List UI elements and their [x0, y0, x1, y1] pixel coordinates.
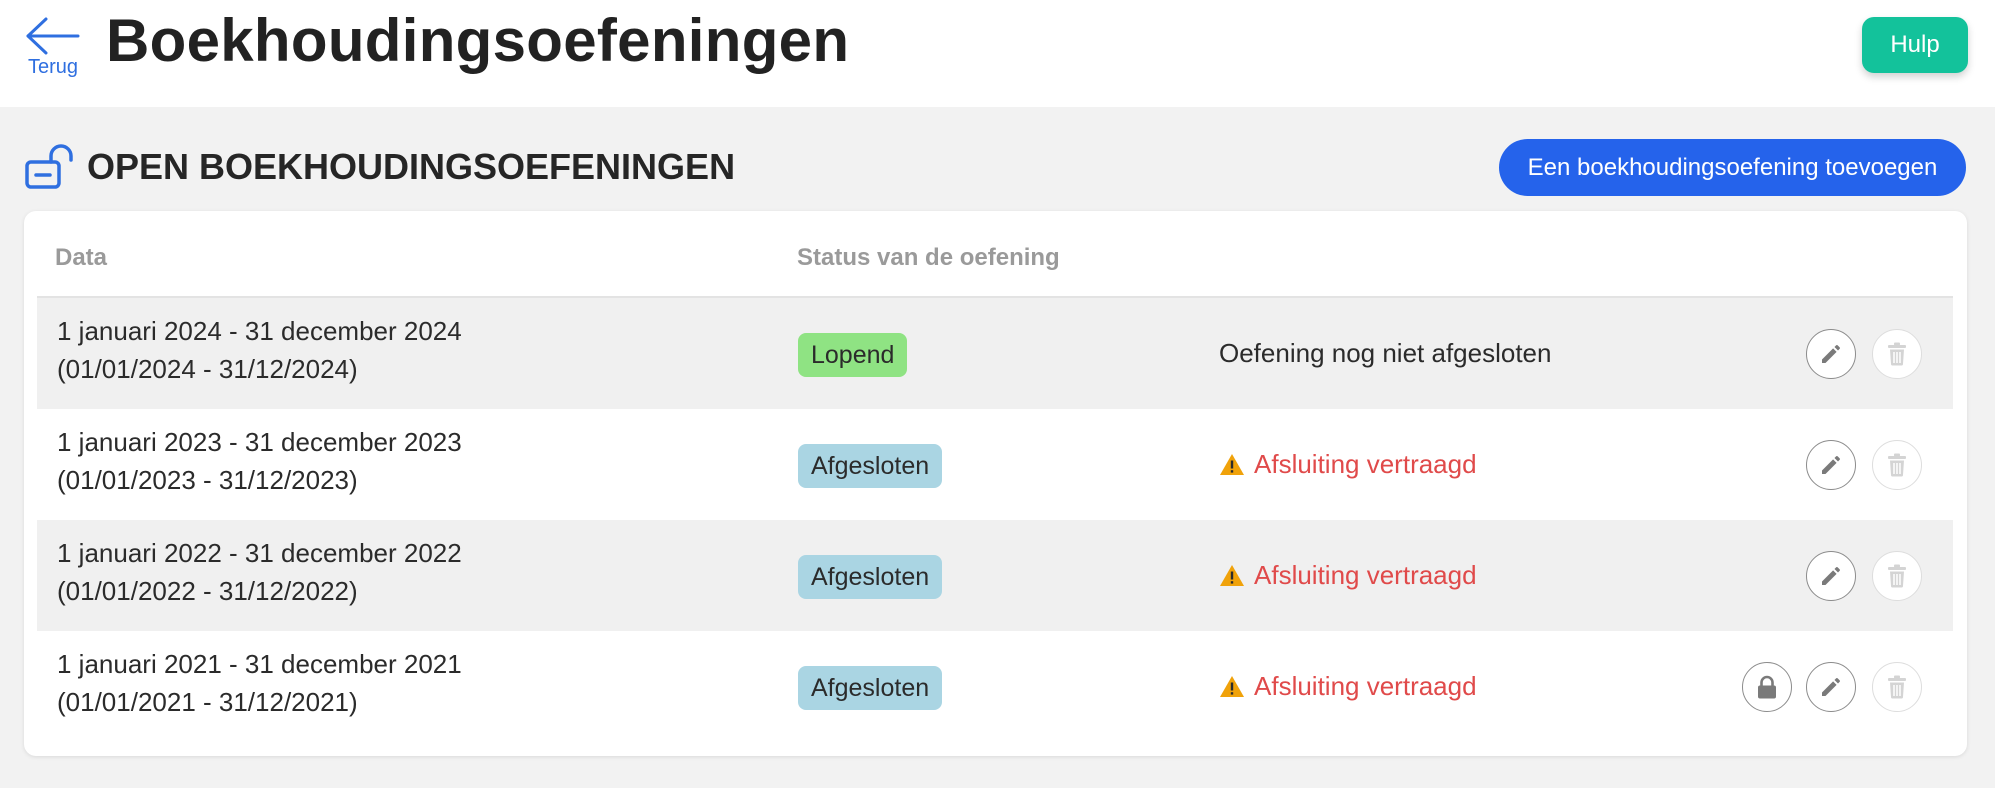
- date-range-short: (01/01/2021 - 31/12/2021): [57, 687, 358, 717]
- status-badge: Afgesloten: [798, 444, 943, 488]
- section-title: OPEN BOEKHOUDINGSOEFENINGEN: [87, 146, 736, 187]
- trash-icon: [1888, 453, 1906, 477]
- status-note: Oefening nog niet afgesloten: [1219, 338, 1552, 368]
- status-badge: Lopend: [798, 333, 908, 377]
- date-range-long: 1 januari 2024 - 31 december 2024: [57, 316, 462, 346]
- status-warning: Afsluiting vertraagd: [1219, 560, 1477, 591]
- warning-icon: [1220, 676, 1244, 697]
- back-label: Terug: [28, 56, 79, 78]
- warning-text: Afsluiting vertraagd: [1254, 560, 1477, 590]
- column-header-data: Data: [55, 244, 108, 271]
- open-lock-icon: [24, 144, 76, 195]
- date-range-short: (01/01/2024 - 31/12/2024): [57, 354, 358, 384]
- pencil-icon: [1822, 456, 1840, 474]
- date-range-long: 1 januari 2022 - 31 december 2022: [57, 538, 462, 568]
- trash-icon: [1888, 342, 1906, 366]
- arrow-left-icon: [26, 17, 80, 55]
- lock-button[interactable]: [1742, 662, 1792, 712]
- table-row: 1 januari 2022 - 31 december 2022 (01/01…: [37, 520, 1953, 631]
- date-range-long: 1 januari 2023 - 31 december 2023: [57, 427, 462, 457]
- delete-button[interactable]: [1872, 440, 1922, 490]
- status-warning: Afsluiting vertraagd: [1219, 449, 1477, 480]
- warning-icon: [1220, 565, 1244, 586]
- warning-text: Afsluiting vertraagd: [1254, 449, 1477, 479]
- pencil-icon: [1822, 678, 1840, 696]
- trash-icon: [1888, 675, 1906, 699]
- pencil-icon: [1822, 567, 1840, 585]
- lock-icon: [1758, 675, 1776, 699]
- edit-button[interactable]: [1806, 440, 1856, 490]
- warning-text: Afsluiting vertraagd: [1254, 671, 1477, 701]
- status-warning: Afsluiting vertraagd: [1219, 671, 1477, 702]
- edit-button[interactable]: [1806, 329, 1856, 379]
- date-range-short: (01/01/2022 - 31/12/2022): [57, 576, 358, 606]
- date-range-long: 1 januari 2021 - 31 december 2021: [57, 649, 462, 679]
- add-exercise-button[interactable]: Een boekhoudingsoefening toevoegen: [1499, 139, 1966, 196]
- delete-button[interactable]: [1872, 551, 1922, 601]
- warning-icon: [1220, 454, 1244, 475]
- trash-icon: [1888, 564, 1906, 588]
- delete-button[interactable]: [1872, 662, 1922, 712]
- page-title: Boekhoudingsoefeningen: [106, 7, 850, 74]
- page-header: Terug Boekhoudingsoefeningen Hulp: [0, 0, 1995, 107]
- date-range-short: (01/01/2023 - 31/12/2023): [57, 465, 358, 495]
- status-badge: Afgesloten: [798, 555, 943, 599]
- pencil-icon: [1822, 345, 1840, 363]
- status-badge: Afgesloten: [798, 666, 943, 710]
- table-row: 1 januari 2023 - 31 december 2023 (01/01…: [37, 409, 1953, 520]
- help-button[interactable]: Hulp: [1862, 17, 1968, 73]
- table-row: 1 januari 2024 - 31 december 2024 (01/01…: [37, 298, 1953, 409]
- column-header-status: Status van de oefening: [797, 244, 1060, 271]
- edit-button[interactable]: [1806, 551, 1856, 601]
- delete-button[interactable]: [1872, 329, 1922, 379]
- table-row: 1 januari 2021 - 31 december 2021 (01/01…: [37, 631, 1953, 742]
- back-button[interactable]: Terug: [24, 16, 84, 82]
- edit-button[interactable]: [1806, 662, 1856, 712]
